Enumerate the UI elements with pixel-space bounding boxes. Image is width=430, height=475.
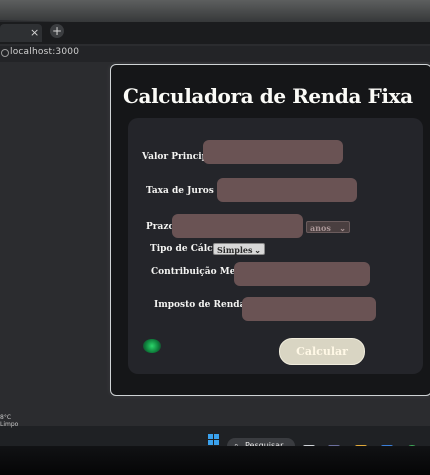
taxa-input[interactable] [217, 178, 357, 202]
new-tab-button[interactable]: + [50, 24, 64, 38]
prazo-input[interactable] [172, 214, 303, 238]
chevron-down-icon: ⌄ [339, 223, 346, 233]
browser-tab-bar [0, 22, 430, 44]
page-title: Calculadora de Renda Fixa [123, 84, 413, 108]
monitor-bezel [0, 446, 430, 475]
weather-temp: 8°C [0, 414, 12, 421]
tipo-select[interactable]: Simples ⌄ [213, 243, 265, 255]
windows-start-icon[interactable] [208, 434, 220, 446]
chevron-down-icon: ⌄ [254, 245, 261, 255]
green-led-glow [143, 339, 161, 353]
tipo-value: Simples [217, 245, 253, 255]
weather-desc: Limpo [0, 421, 19, 428]
imposto-input[interactable] [242, 297, 376, 321]
weather-widget[interactable]: 8°C Limpo [0, 414, 18, 428]
contribuicao-input[interactable] [234, 262, 370, 286]
prazo-unit-select[interactable]: anos ⌄ [306, 221, 350, 233]
calcular-button[interactable]: Calcular [279, 338, 365, 365]
url-text[interactable]: localhost:3000 [10, 47, 79, 57]
prazo-unit-value: anos [310, 223, 331, 233]
principal-input[interactable] [203, 140, 343, 164]
close-tab-icon[interactable]: × [30, 26, 39, 39]
site-info-icon[interactable] [1, 49, 9, 57]
